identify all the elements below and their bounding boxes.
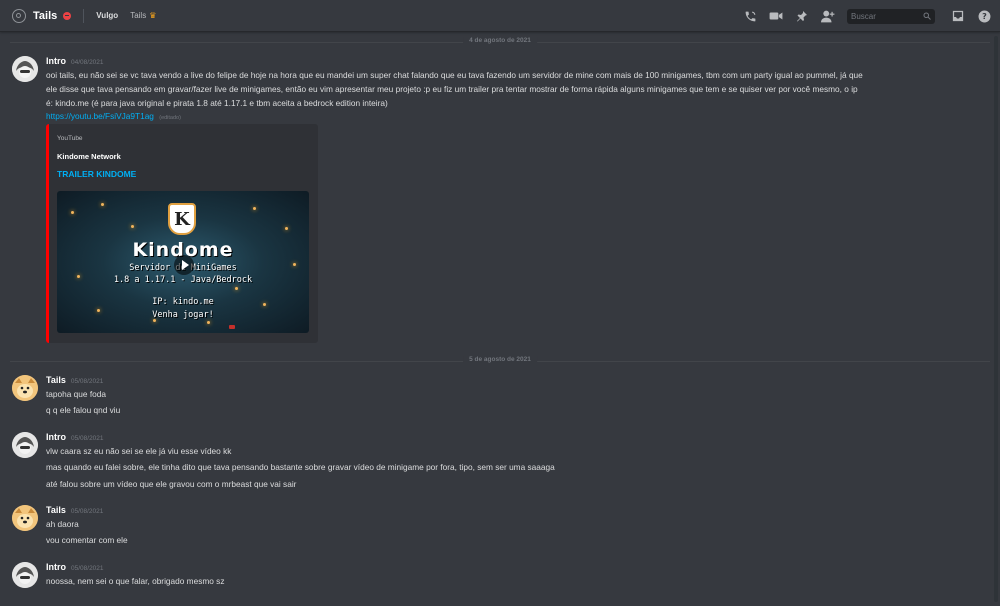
thumbnail-ip: IP: kindo.me [152,297,214,307]
avatar[interactable] [12,432,38,458]
avatar[interactable] [12,56,38,82]
username[interactable]: Tails [46,505,66,515]
message-text: tapoha que foda [46,389,106,399]
message-text: até falou sobre um vídeo que ele gravou … [46,479,297,489]
username[interactable]: Intro [46,56,66,66]
embed-author[interactable]: Kindome Network [57,152,121,161]
message-text: ooi tails, eu não sei se vc tava vendo a… [46,70,863,80]
svg-text:?: ? [982,11,987,21]
video-thumbnail[interactable]: K Kindome Servidor de MiniGames 1.8 a 1.… [57,191,309,333]
date-divider: 5 de agosto de 2021 [10,356,990,363]
at-icon [12,8,26,23]
message-text: q q ele falou qnd viu [46,405,121,415]
message-text: noossa, nem sei o que falar, obrigado me… [46,576,225,586]
timestamp: 05/08/2021 [70,508,104,515]
play-icon[interactable] [174,255,194,275]
embed-title[interactable]: TRAILER KINDOME [57,169,136,179]
nickname-secondary: Tails [130,11,147,20]
youtube-embed: YouTube Kindome Network TRAILER KINDOME … [46,124,318,343]
thumbnail-join: Venha jogar! [152,310,214,320]
message-text: vou comentar com ele [46,535,128,545]
dnd-status-icon [63,11,72,20]
help-icon[interactable]: ? [976,8,992,24]
phone-call-icon[interactable] [742,8,758,24]
embed-provider[interactable]: YouTube [57,135,83,142]
pin-icon[interactable] [794,8,810,24]
channel-header: Tails Vulgo Tails ♛ ? [0,0,1000,32]
message-text: ah daora [46,519,79,529]
search-icon [923,12,931,20]
add-friend-icon[interactable] [820,8,836,24]
nickname-primary: Vulgo [96,11,119,20]
scrollbar-track[interactable] [994,36,998,602]
thumbnail-versions: 1.8 a 1.17.1 - Java/Bedrock [113,275,253,285]
message-link[interactable]: https://youtu.be/FsiVJa9T1ag [46,111,154,121]
avatar[interactable] [12,562,38,588]
timestamp: 05/08/2021 [71,565,104,572]
date-divider-label: 4 de agosto de 2021 [463,37,537,44]
avatar[interactable] [12,505,38,531]
message-text: é: kindo.me (é para java original e pira… [46,98,388,108]
username[interactable]: Intro [46,562,66,572]
message-text: vlw caara sz eu não sei se ele já viu es… [46,446,232,456]
username[interactable]: Tails [46,375,66,385]
channel-name: Tails [33,9,58,22]
edited-label: (editado) [159,115,181,121]
youtube-icon [229,325,235,329]
search-box[interactable] [847,8,935,24]
header-divider [83,8,85,23]
message-text: mas quando eu falei sobre, ele tinha dit… [46,462,555,472]
username[interactable]: Intro [46,432,66,442]
inbox-icon[interactable] [950,8,966,24]
message-text: ele disse que tava pensando em gravar/fa… [46,84,858,94]
search-input[interactable] [851,11,911,21]
video-call-icon[interactable] [768,8,784,24]
timestamp: 04/08/2021 [71,59,104,66]
crown-icon: ♛ [149,11,157,20]
timestamp: 05/08/2021 [70,378,104,385]
kindome-logo: K [168,203,196,235]
timestamp: 05/08/2021 [71,435,104,442]
avatar[interactable] [12,375,38,401]
date-divider-label: 5 de agosto de 2021 [463,356,537,363]
date-divider: 4 de agosto de 2021 [10,37,990,44]
